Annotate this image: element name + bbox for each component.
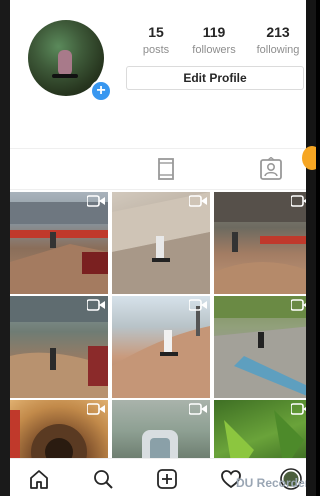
video-icon xyxy=(189,195,207,207)
floating-recorder-bubble[interactable] xyxy=(302,146,316,170)
following-count: 213 xyxy=(266,24,290,40)
video-icon xyxy=(291,299,306,311)
post-thumbnail[interactable] xyxy=(10,192,108,294)
screen-recorder-watermark: DU Recorder xyxy=(236,476,306,490)
thumbnail-scene xyxy=(10,202,108,294)
edit-profile-button[interactable]: Edit Profile xyxy=(126,66,304,90)
video-icon xyxy=(87,299,105,311)
following-label: following xyxy=(256,44,300,56)
posts-count: 15 xyxy=(148,24,164,40)
nav-home[interactable] xyxy=(28,468,50,490)
followers-label: followers xyxy=(192,44,236,56)
nav-add-post[interactable] xyxy=(156,468,178,490)
thumbnail-scene xyxy=(112,192,210,294)
add-story-button[interactable]: + xyxy=(90,80,112,102)
profile-tabbar xyxy=(10,148,306,364)
video-icon xyxy=(87,403,105,415)
following-stat[interactable]: 213 following xyxy=(250,24,306,56)
tagged-icon xyxy=(260,156,282,180)
posts-stat: 15 posts xyxy=(128,24,184,56)
video-icon xyxy=(189,403,207,415)
post-thumbnail[interactable] xyxy=(10,296,108,398)
avatar-skateboard xyxy=(52,74,78,78)
tab-feed[interactable] xyxy=(153,157,179,181)
followers-count: 119 xyxy=(202,24,226,40)
thumbnail-scene xyxy=(112,306,210,398)
nav-search[interactable] xyxy=(92,468,114,490)
thumbnail-scene xyxy=(10,296,108,398)
video-icon xyxy=(87,195,105,207)
avatar-figure xyxy=(58,50,72,76)
video-icon xyxy=(189,299,207,311)
feed-list-icon xyxy=(158,158,174,180)
post-thumbnail[interactable] xyxy=(214,192,306,294)
left-edge xyxy=(0,0,10,496)
thumbnail-scene xyxy=(214,192,306,294)
video-icon xyxy=(291,403,306,415)
search-icon xyxy=(94,470,113,489)
post-thumbnail[interactable] xyxy=(214,296,306,398)
post-thumbnail[interactable] xyxy=(112,192,210,294)
home-icon xyxy=(30,470,48,489)
thumbnail-scene xyxy=(214,296,306,398)
post-thumbnail[interactable] xyxy=(112,296,210,398)
right-edge xyxy=(306,0,316,496)
add-post-icon xyxy=(157,469,177,489)
tab-tagged[interactable] xyxy=(258,156,284,181)
screen: + 15 posts 119 followers 213 following E… xyxy=(0,0,316,496)
video-icon xyxy=(291,195,306,207)
profile-screen: + 15 posts 119 followers 213 following E… xyxy=(10,0,306,496)
posts-label: posts xyxy=(142,44,170,56)
followers-stat[interactable]: 119 followers xyxy=(186,24,242,56)
